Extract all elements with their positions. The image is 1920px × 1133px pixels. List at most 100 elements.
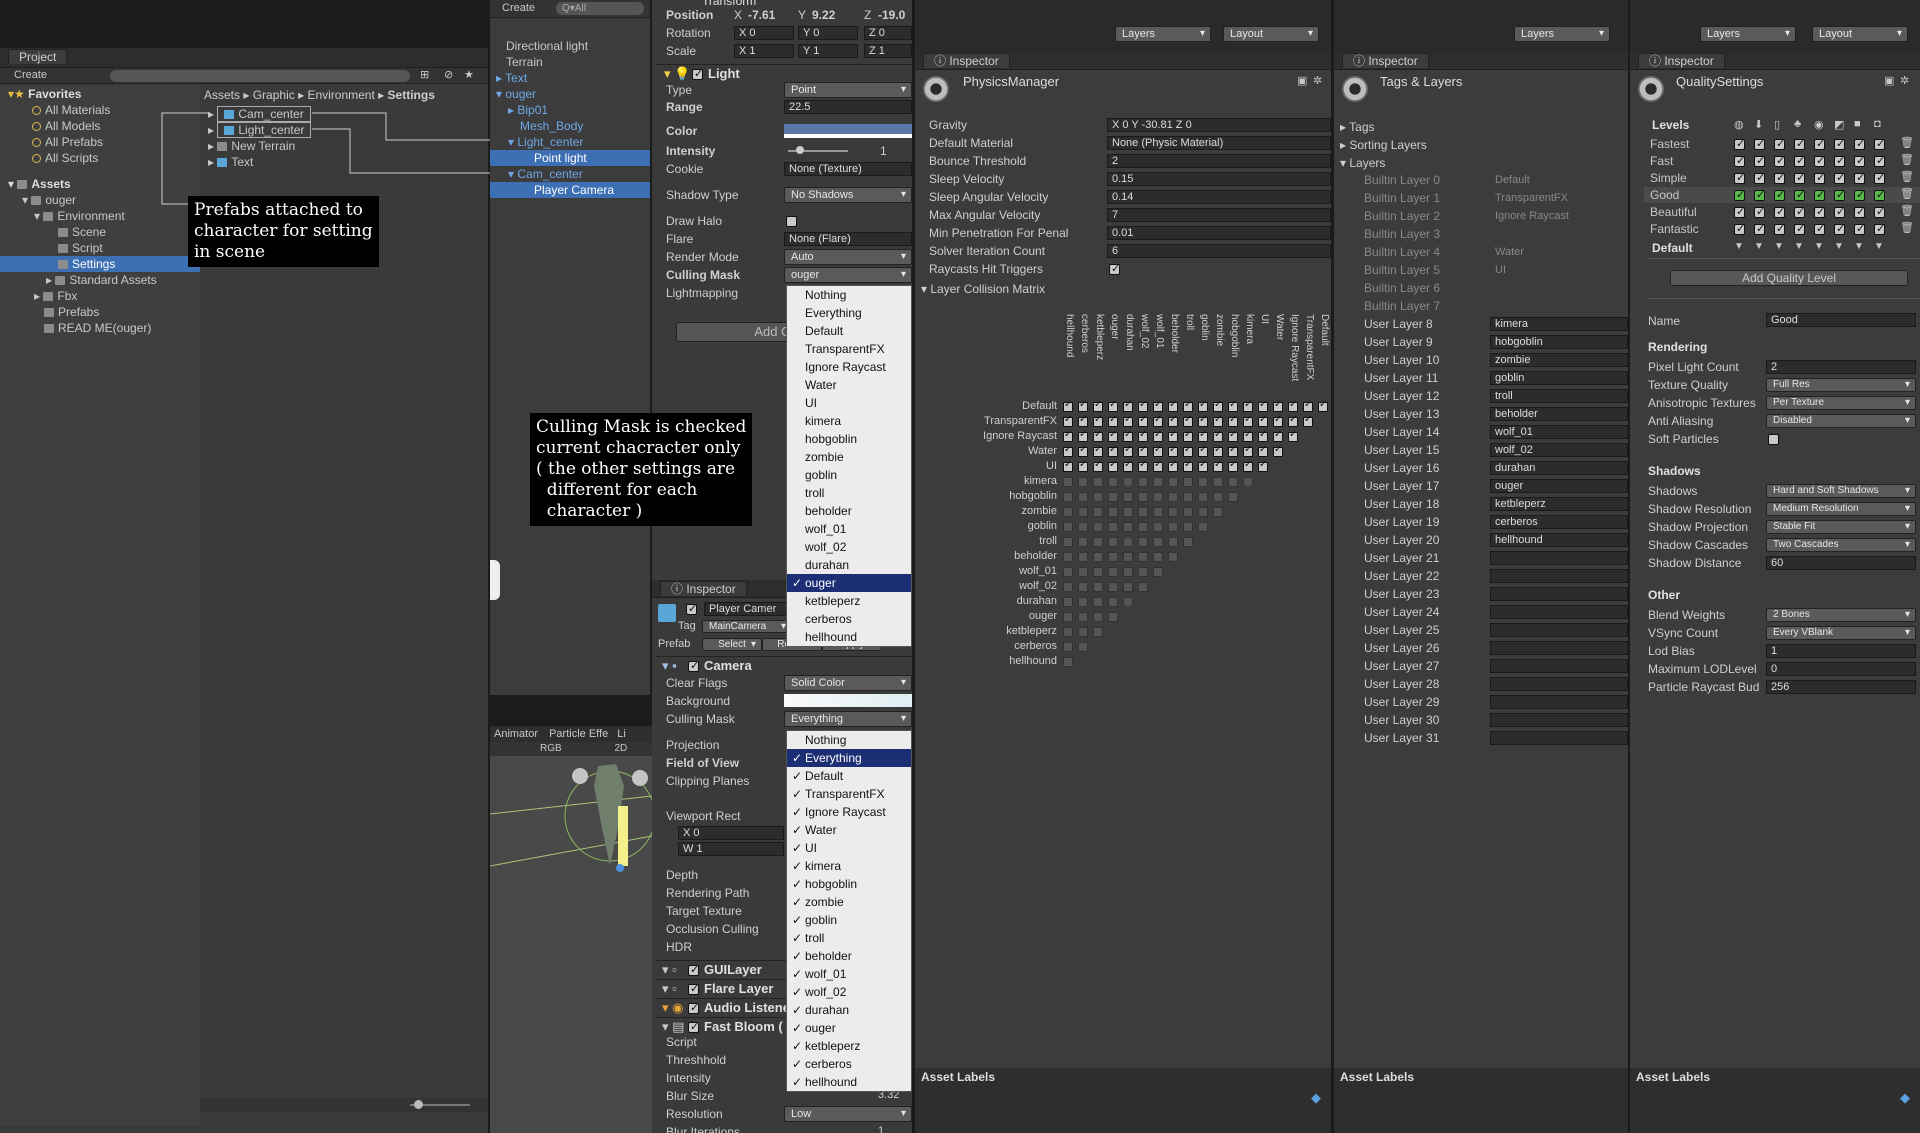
hierarchy-item[interactable]: Mesh_Body [490, 118, 650, 134]
physics-row-field[interactable]: X 0 Y -30.81 Z 0 [1107, 118, 1331, 132]
menu-item[interactable]: wolf_02 [787, 538, 911, 556]
file-item[interactable]: ▸ Cam_center [204, 106, 484, 122]
collision-checkbox[interactable] [1213, 414, 1223, 427]
star-icon[interactable]: ★ [464, 68, 474, 81]
collision-checkbox[interactable] [1168, 477, 1178, 487]
collision-checkbox[interactable] [1183, 477, 1193, 487]
collision-checkbox[interactable] [1108, 429, 1118, 442]
collision-checkbox[interactable] [1198, 399, 1208, 412]
quality-platform-checkbox[interactable] [1834, 188, 1845, 201]
collision-checkbox[interactable] [1108, 597, 1118, 607]
collision-checkbox[interactable] [1138, 477, 1148, 487]
trash-icon[interactable]: 🗑 [1900, 136, 1914, 149]
default-level-arrow[interactable]: ▼ [1794, 241, 1804, 252]
hierarchy-item-selected[interactable]: Point light [490, 150, 650, 166]
camera-enabled-checkbox[interactable] [688, 659, 699, 672]
project-create-button[interactable]: Create [14, 69, 47, 81]
menu-item[interactable]: beholder [787, 502, 911, 520]
quality-platform-checkbox[interactable] [1854, 154, 1865, 167]
collision-checkbox[interactable] [1138, 552, 1148, 562]
quality-platform-checkbox[interactable] [1734, 137, 1745, 150]
quality-row-field[interactable]: 60 [1766, 556, 1916, 570]
collision-checkbox[interactable] [1063, 567, 1073, 577]
quality-platform-checkbox[interactable] [1794, 205, 1805, 218]
tree-item[interactable]: ▾ ouger [0, 192, 200, 208]
layer-name-field[interactable] [1490, 569, 1628, 583]
favorites-header[interactable]: ▾★ Favorites [0, 86, 200, 102]
collision-checkbox[interactable] [1123, 567, 1133, 577]
tag-dropdown[interactable]: MainCamera [702, 620, 792, 633]
collision-checkbox[interactable] [1228, 429, 1238, 442]
quality-platform-checkbox[interactable] [1754, 137, 1765, 150]
camera-component-header[interactable]: ▾ ▪ Camera [656, 656, 912, 674]
collision-checkbox[interactable] [1153, 552, 1163, 562]
quality-row-dropdown[interactable]: Medium Resolution [1766, 502, 1916, 516]
layer-name-field[interactable]: goblin [1490, 371, 1628, 385]
menu-item[interactable]: UI [787, 394, 911, 412]
menu-item[interactable]: durahan [787, 1001, 911, 1019]
flare-layer-checkbox[interactable] [688, 982, 699, 995]
collision-checkbox[interactable] [1063, 597, 1073, 607]
collision-checkbox[interactable] [1168, 429, 1178, 442]
quality-platform-checkbox[interactable] [1814, 205, 1825, 218]
light-culling-mask-menu[interactable]: Nothing Everything Default TransparentFX Ign… [786, 285, 912, 647]
quality-platform-checkbox[interactable] [1734, 222, 1745, 235]
quality-platform-checkbox[interactable] [1774, 188, 1785, 201]
windows-phone-icon[interactable]: ◘ [1874, 118, 1881, 130]
quality-platform-checkbox[interactable] [1834, 137, 1845, 150]
collision-checkbox[interactable] [1183, 414, 1193, 427]
collision-checkbox[interactable] [1078, 642, 1088, 652]
pos-y-field[interactable]: 9.22 [812, 8, 835, 22]
tab-inspector[interactable]: ⓘ Inspector [923, 53, 1010, 68]
quality-platform-checkbox[interactable] [1854, 171, 1865, 184]
collision-checkbox[interactable] [1153, 507, 1163, 517]
layer-name-field[interactable] [1490, 587, 1628, 601]
collision-checkbox[interactable] [1078, 414, 1088, 427]
collision-checkbox[interactable] [1198, 444, 1208, 457]
quality-row-dropdown[interactable]: Hard and Soft Shadows [1766, 484, 1916, 498]
quality-platform-checkbox[interactable] [1794, 154, 1805, 167]
collision-checkbox[interactable] [1198, 459, 1208, 472]
layer-name-field[interactable]: cerberos [1490, 515, 1628, 529]
soft-particles-checkbox[interactable] [1768, 434, 1779, 445]
collision-checkbox[interactable] [1138, 414, 1148, 427]
collision-checkbox[interactable] [1183, 459, 1193, 472]
cookie-field[interactable]: None (Texture) [784, 162, 912, 176]
layer-name-field[interactable] [1490, 641, 1628, 655]
light-component-header[interactable]: ▾ 💡 Light [656, 64, 912, 82]
quality-row-field[interactable]: 0 [1766, 662, 1916, 676]
menu-item[interactable]: Nothing [787, 286, 911, 304]
collision-checkbox[interactable] [1213, 429, 1223, 442]
label-icon[interactable]: ⊘ [444, 68, 453, 81]
tag-icon[interactable]: ◆ [1900, 1090, 1910, 1106]
flare-field[interactable]: None (Flare) [784, 232, 912, 246]
layer-name-field[interactable] [1490, 731, 1628, 745]
quality-platform-checkbox[interactable] [1754, 188, 1765, 201]
collision-checkbox[interactable] [1213, 507, 1223, 517]
layer-name-field[interactable]: ketbleperz [1490, 497, 1628, 511]
quality-level-row[interactable]: Fastest 🗑 [1644, 136, 1920, 152]
layers-dropdown[interactable]: Layers [1700, 26, 1796, 42]
collision-checkbox[interactable] [1093, 567, 1103, 577]
quality-platform-checkbox[interactable] [1794, 137, 1805, 150]
layers-dropdown[interactable]: Layers [1115, 26, 1211, 42]
quality-platform-checkbox[interactable] [1854, 188, 1865, 201]
scale-z-field[interactable]: Z 1 [864, 44, 912, 58]
menu-item[interactable]: zombie [787, 448, 911, 466]
collision-checkbox[interactable] [1078, 552, 1088, 562]
collision-checkbox[interactable] [1078, 597, 1088, 607]
collision-checkbox[interactable] [1288, 399, 1298, 412]
collision-checkbox[interactable] [1138, 537, 1148, 547]
hierarchy-item[interactable]: ▾ ouger [490, 86, 650, 102]
collision-checkbox[interactable] [1063, 507, 1073, 517]
intensity-value[interactable]: 1 [880, 144, 887, 158]
collision-checkbox[interactable] [1243, 459, 1253, 472]
menu-item[interactable]: ketbleperz [787, 1037, 911, 1055]
background-color-swatch[interactable] [784, 694, 912, 707]
menu-item[interactable]: Water [787, 821, 911, 839]
layer-name-field[interactable]: wolf_02 [1490, 443, 1628, 457]
collision-checkbox[interactable] [1153, 492, 1163, 502]
tab-inspector[interactable]: ⓘ Inspector [1638, 53, 1725, 68]
menu-item[interactable]: durahan [787, 556, 911, 574]
quality-platform-checkbox[interactable] [1834, 171, 1845, 184]
